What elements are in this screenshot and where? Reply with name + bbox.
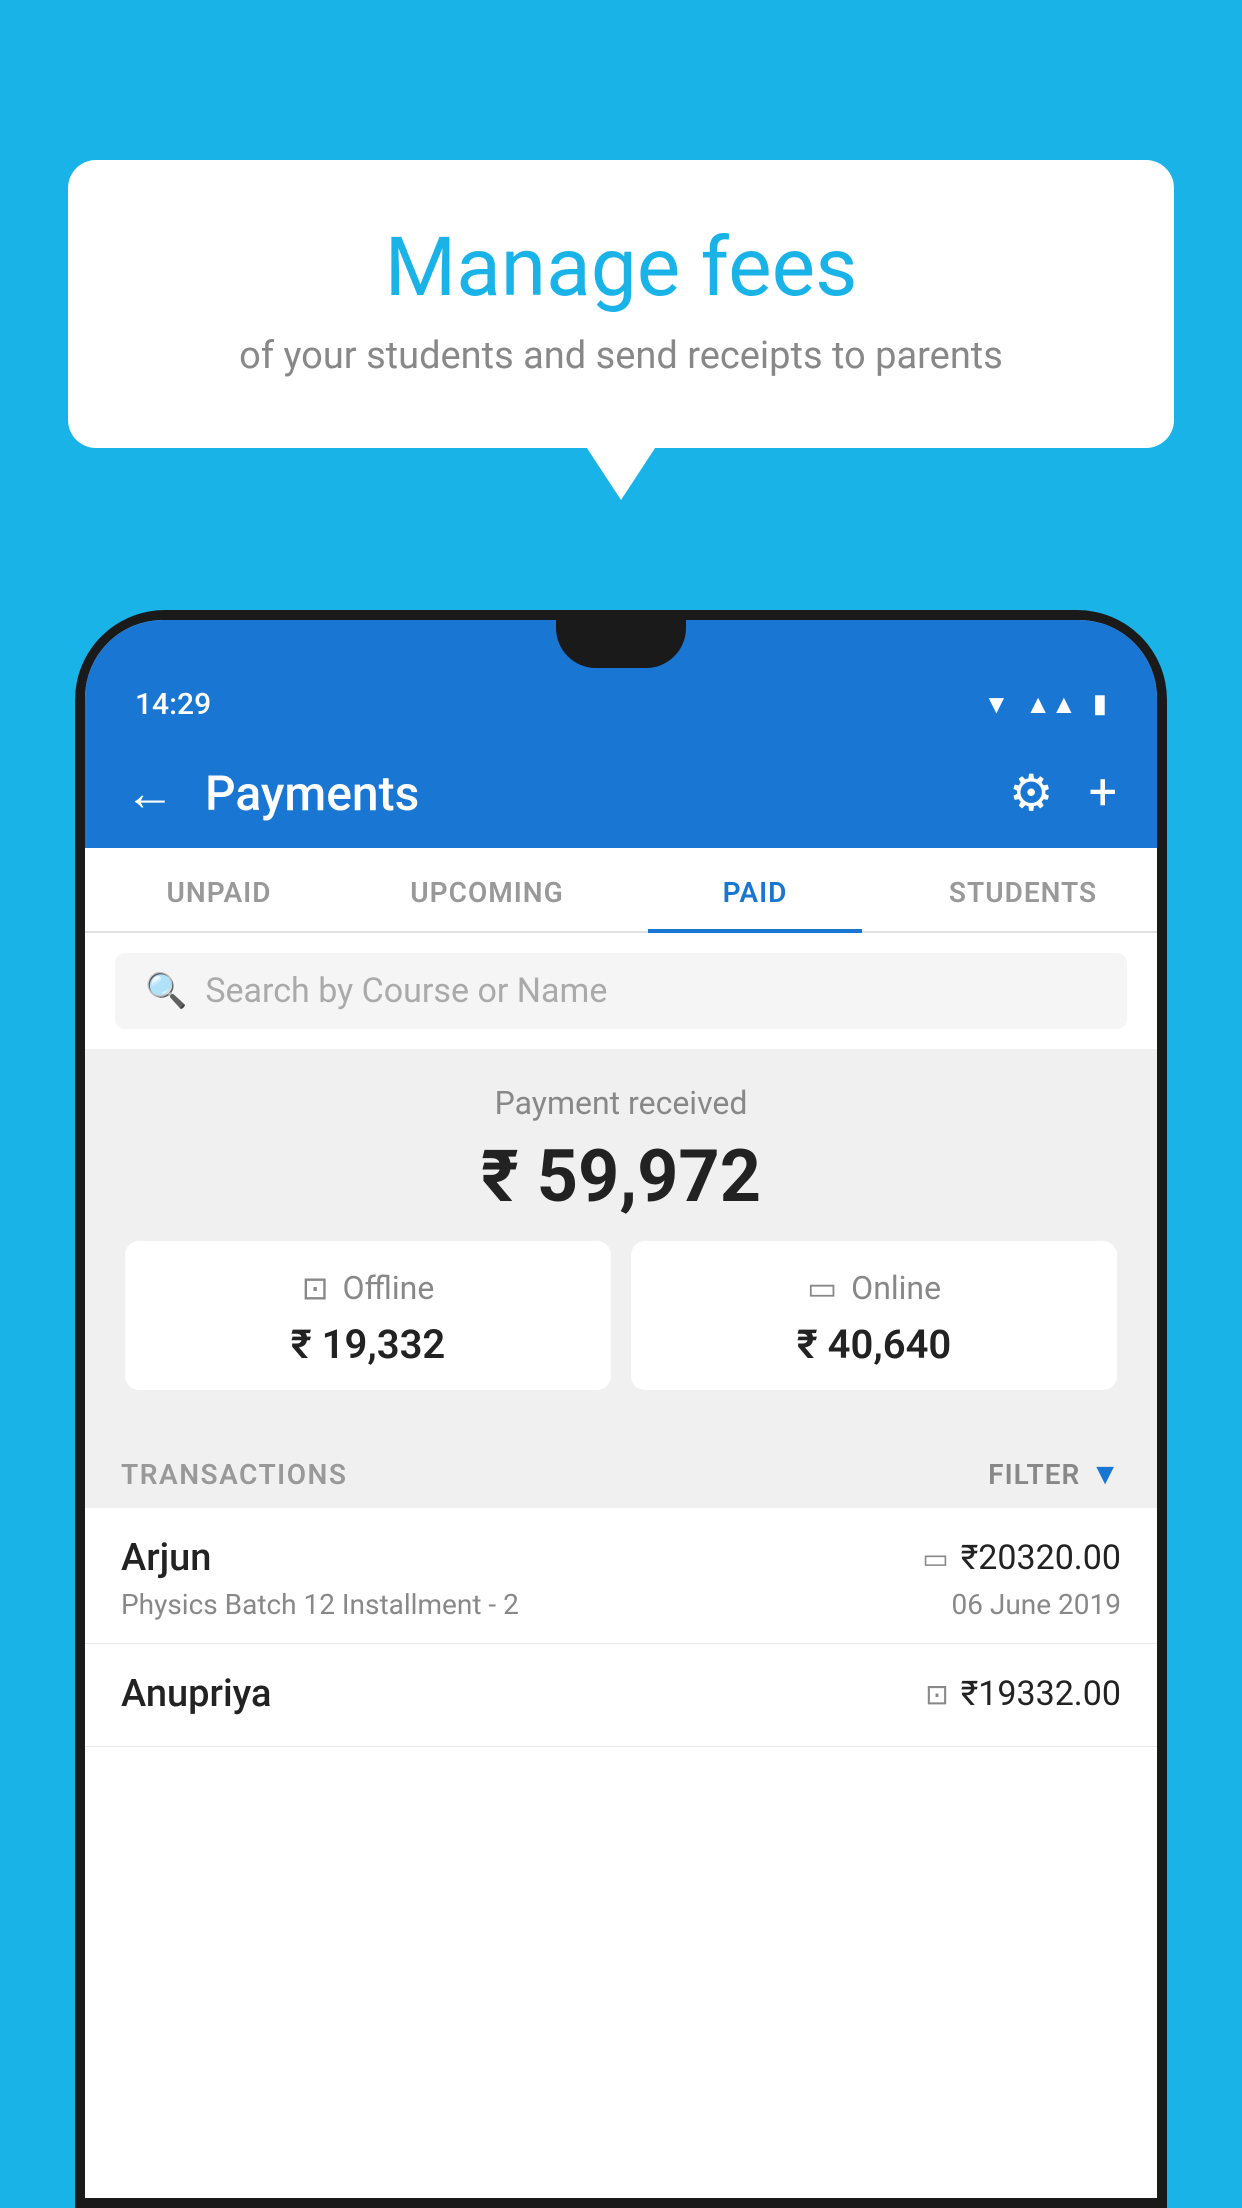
transaction-item-anupriya[interactable]: Anupriya ⊡ ₹19332.00	[85, 1644, 1157, 1747]
transaction-name-2: Anupriya	[121, 1672, 271, 1716]
online-card: ▭ Online ₹ 40,640	[631, 1241, 1117, 1390]
transactions-label: TRANSACTIONS	[121, 1458, 347, 1491]
tab-paid[interactable]: PAID	[621, 848, 889, 931]
transaction-item-arjun[interactable]: Arjun ▭ ₹20320.00 Physics Batch 12 Insta…	[85, 1508, 1157, 1644]
cash-mode-icon: ⊡	[925, 1678, 948, 1711]
bubble-subtitle: of your students and send receipts to pa…	[118, 334, 1124, 378]
transaction-course: Physics Batch 12 Installment - 2	[121, 1588, 519, 1621]
transaction-list: Arjun ▭ ₹20320.00 Physics Batch 12 Insta…	[85, 1508, 1157, 2198]
phone-screen: 14:29 ▼ ▲▲ ▮ ← Payments ⚙ + UNPAID UPCOM…	[85, 620, 1157, 2198]
app-bar-actions: ⚙ +	[1009, 764, 1117, 823]
transaction-row1-2: Anupriya ⊡ ₹19332.00	[121, 1672, 1121, 1716]
offline-amount: ₹ 19,332	[145, 1321, 591, 1368]
offline-card-header: ⊡ Offline	[145, 1269, 591, 1307]
app-bar-title: Payments	[205, 765, 1009, 822]
status-bar: 14:29 ▼ ▲▲ ▮	[85, 670, 1157, 738]
online-card-header: ▭ Online	[651, 1269, 1097, 1307]
bubble-title: Manage fees	[118, 220, 1124, 316]
wifi-icon: ▼	[983, 689, 1009, 720]
card-mode-icon: ▭	[922, 1542, 948, 1575]
tab-upcoming[interactable]: UPCOMING	[353, 848, 621, 931]
settings-icon[interactable]: ⚙	[1009, 764, 1054, 823]
offline-icon: ⊡	[302, 1269, 329, 1307]
payment-received-section: Payment received ₹ 59,972 ⊡ Offline ₹ 19…	[85, 1049, 1157, 1435]
transaction-amount-row-2: ⊡ ₹19332.00	[925, 1674, 1121, 1714]
transaction-amount-row: ▭ ₹20320.00	[922, 1538, 1121, 1578]
filter-label: FILTER	[988, 1458, 1080, 1491]
transaction-amount-2: ₹19332.00	[961, 1674, 1121, 1714]
speech-bubble: Manage fees of your students and send re…	[68, 160, 1174, 448]
signal-icon: ▲▲	[1025, 689, 1076, 720]
transaction-name: Arjun	[121, 1536, 211, 1580]
phone-frame: 14:29 ▼ ▲▲ ▮ ← Payments ⚙ + UNPAID UPCOM…	[75, 610, 1167, 2208]
transaction-row1: Arjun ▭ ₹20320.00	[121, 1536, 1121, 1580]
filter-icon: ▼	[1090, 1457, 1121, 1492]
transaction-row2: Physics Batch 12 Installment - 2 06 June…	[121, 1588, 1121, 1621]
tab-unpaid[interactable]: UNPAID	[85, 848, 353, 931]
back-button[interactable]: ←	[125, 764, 175, 823]
add-icon[interactable]: +	[1089, 764, 1117, 822]
transactions-header: TRANSACTIONS FILTER ▼	[85, 1435, 1157, 1508]
online-label: Online	[851, 1269, 941, 1307]
notch	[556, 620, 686, 668]
notch-area	[85, 620, 1157, 670]
transaction-amount: ₹20320.00	[961, 1538, 1121, 1578]
offline-label: Offline	[343, 1269, 435, 1307]
battery-icon: ▮	[1093, 689, 1107, 719]
payment-cards: ⊡ Offline ₹ 19,332 ▭ Online ₹ 40,640	[115, 1241, 1127, 1410]
search-icon: 🔍	[145, 971, 187, 1011]
search-bar[interactable]: 🔍 Search by Course or Name	[115, 953, 1127, 1029]
offline-card: ⊡ Offline ₹ 19,332	[125, 1241, 611, 1390]
transaction-date: 06 June 2019	[951, 1588, 1121, 1621]
payment-label: Payment received	[115, 1084, 1127, 1122]
app-bar: ← Payments ⚙ +	[85, 738, 1157, 848]
filter-button[interactable]: FILTER ▼	[988, 1457, 1121, 1492]
search-input[interactable]: Search by Course or Name	[205, 971, 607, 1011]
online-icon: ▭	[807, 1269, 837, 1307]
status-time: 14:29	[135, 687, 211, 722]
payment-amount: ₹ 59,972	[115, 1134, 1127, 1219]
status-icons: ▼ ▲▲ ▮	[983, 689, 1107, 720]
tabs: UNPAID UPCOMING PAID STUDENTS	[85, 848, 1157, 933]
search-container: 🔍 Search by Course or Name	[85, 933, 1157, 1049]
tab-students[interactable]: STUDENTS	[889, 848, 1157, 931]
online-amount: ₹ 40,640	[651, 1321, 1097, 1368]
